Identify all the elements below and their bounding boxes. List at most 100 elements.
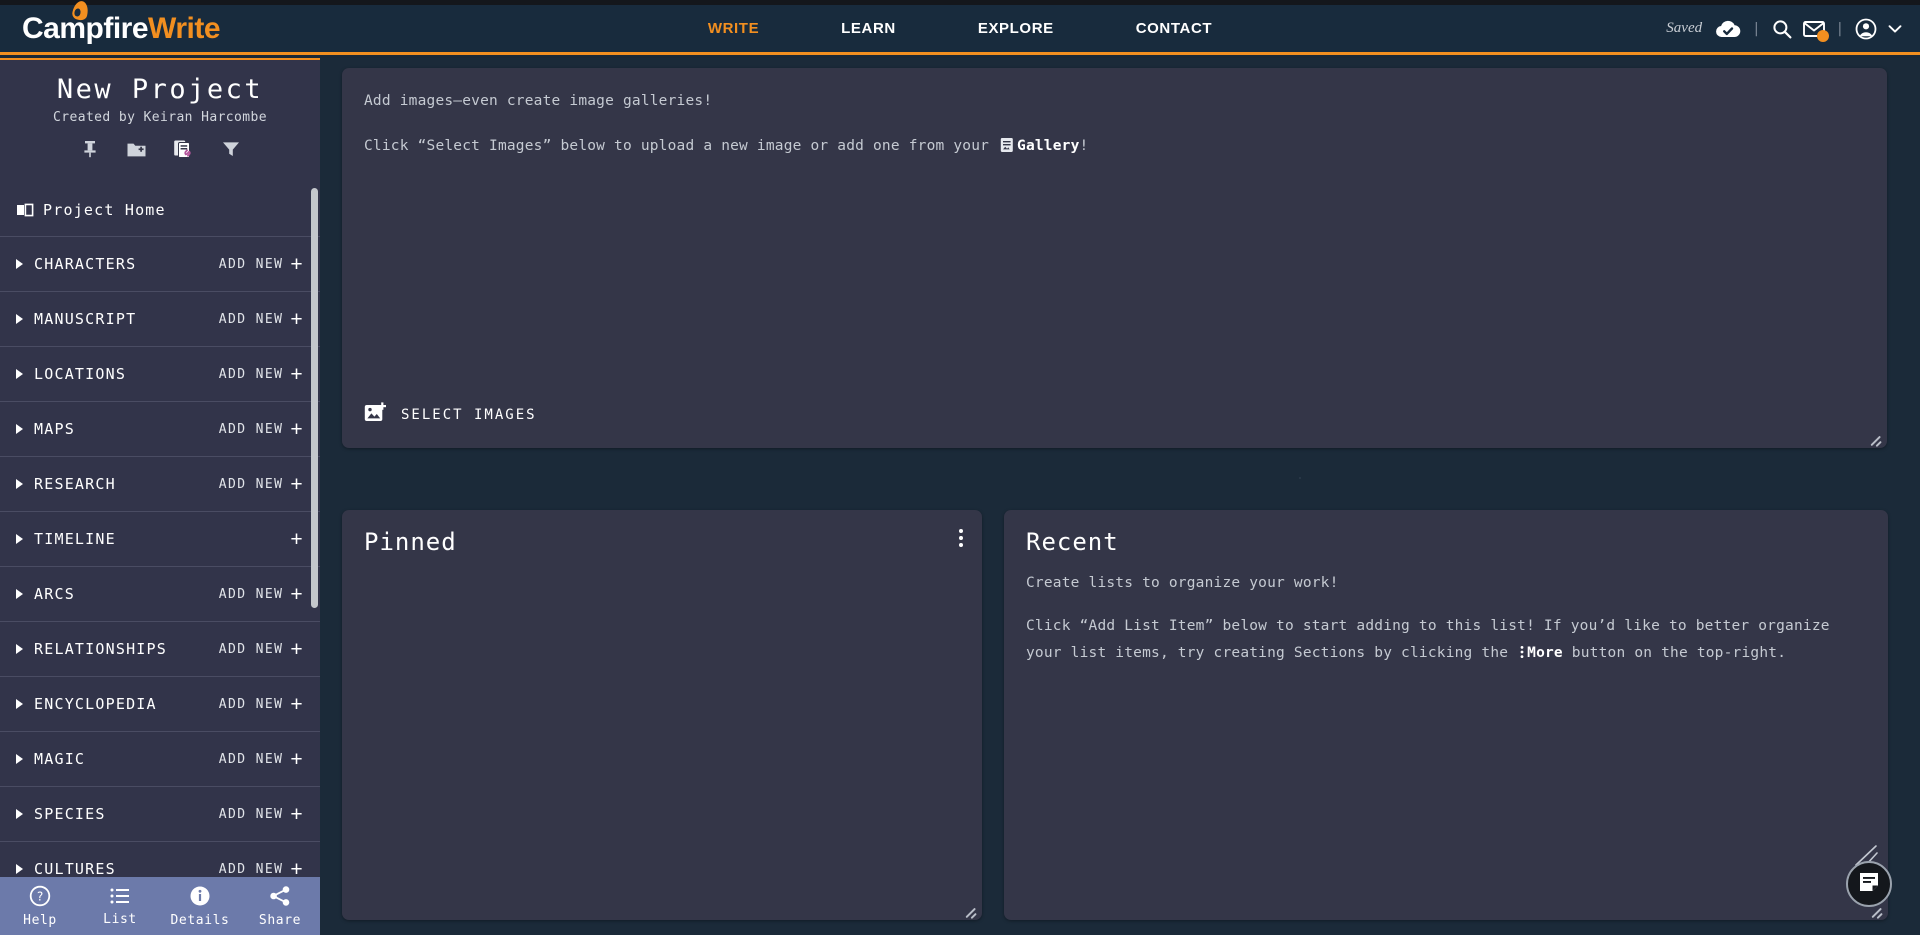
add-new-label: ADD NEW <box>219 642 284 657</box>
caret-right-icon <box>16 754 23 764</box>
pinned-card-title: Pinned <box>342 510 982 556</box>
sidebar-scroll-region[interactable]: Project Home CHARACTERS ADD NEW + MANUSC… <box>0 184 320 874</box>
gallery-icon <box>1000 137 1015 153</box>
feedback-note-icon <box>1857 870 1881 898</box>
nav-link-contact[interactable]: CONTACT <box>1134 16 1214 41</box>
list-icon <box>109 886 131 910</box>
add-new-manuscript-button[interactable]: ADD NEW + <box>219 309 304 330</box>
add-new-cultures-button[interactable]: ADD NEW + <box>219 859 304 875</box>
select-images-label: SELECT IMAGES <box>401 407 537 423</box>
sidebar-item-arcs[interactable]: ARCS ADD NEW + <box>0 566 320 621</box>
caret-right-icon <box>16 534 23 544</box>
list-button[interactable]: List <box>80 886 160 927</box>
add-new-relationships-button[interactable]: ADD NEW + <box>219 639 304 660</box>
images-card: Add images—even create image galleries! … <box>342 68 1887 448</box>
sidebar-item-label: CULTURES <box>34 860 116 874</box>
sidebar-item-manuscript[interactable]: MANUSCRIPT ADD NEW + <box>0 291 320 346</box>
sidebar-label-group: MANUSCRIPT <box>16 310 136 328</box>
sidebar-item-locations[interactable]: LOCATIONS ADD NEW + <box>0 346 320 401</box>
sidebar-item-species[interactable]: SPECIES ADD NEW + <box>0 786 320 841</box>
sidebar-item-project-home[interactable]: Project Home <box>0 184 320 236</box>
main-content-area: Add images—even create image galleries! … <box>320 58 1920 935</box>
add-new-label: ADD NEW <box>219 807 284 822</box>
caret-right-icon <box>16 314 23 324</box>
add-new-maps-button[interactable]: ADD NEW + <box>219 419 304 440</box>
recent-card-title: Recent <box>1004 510 1888 556</box>
select-images-button[interactable]: SELECT IMAGES <box>364 402 537 428</box>
plus-icon: + <box>290 859 304 875</box>
project-header: New Project Created by Keiran Harcombe <box>0 60 320 171</box>
sidebar-footer-toolbar: ? Help List <box>0 877 320 935</box>
plus-icon: + <box>290 749 304 770</box>
sidebar-label-group: MAPS <box>16 420 75 438</box>
plus-icon: + <box>290 254 304 275</box>
sidebar-item-relationships[interactable]: RELATIONSHIPS ADD NEW + <box>0 621 320 676</box>
sidebar-label-group: CULTURES <box>16 860 116 874</box>
filter-icon[interactable] <box>221 139 241 159</box>
add-new-label: ADD NEW <box>219 752 284 767</box>
details-label: Details <box>171 913 230 928</box>
sidebar-item-encyclopedia[interactable]: ENCYCLOPEDIA ADD NEW + <box>0 676 320 731</box>
pinned-card: Pinned <box>342 510 982 920</box>
caret-right-icon <box>16 699 23 709</box>
help-button[interactable]: ? Help <box>0 885 80 928</box>
pinned-card-resize-handle[interactable] <box>963 902 977 916</box>
feedback-button[interactable] <box>1846 861 1892 907</box>
recent-card-body: Create lists to organize your work! Clic… <box>1004 556 1888 666</box>
mail-icon[interactable] <box>1803 20 1825 38</box>
add-new-encyclopedia-button[interactable]: ADD NEW + <box>219 694 304 715</box>
add-new-label: ADD NEW <box>219 312 284 327</box>
pinned-card-more-button[interactable] <box>956 526 966 550</box>
nav-link-write[interactable]: WRITE <box>706 16 761 41</box>
list-label: List <box>103 912 137 927</box>
add-new-research-button[interactable]: ADD NEW + <box>219 474 304 495</box>
sidebar-label-group: ARCS <box>16 585 75 603</box>
add-new-timeline-button[interactable]: + <box>290 529 304 550</box>
project-sidebar: New Project Created by Keiran Harcombe <box>0 58 320 935</box>
plus-icon: + <box>290 529 304 550</box>
plus-icon: + <box>290 419 304 440</box>
images-card-resize-handle[interactable] <box>1868 430 1882 444</box>
add-new-label: ADD NEW <box>219 697 284 712</box>
folder-plus-icon[interactable] <box>126 139 147 159</box>
sidebar-item-magic[interactable]: MAGIC ADD NEW + <box>0 731 320 786</box>
nav-link-explore[interactable]: EXPLORE <box>976 16 1056 41</box>
add-new-label: ADD NEW <box>219 367 284 382</box>
add-new-species-button[interactable]: ADD NEW + <box>219 804 304 825</box>
add-new-label: ADD NEW <box>219 422 284 437</box>
pin-icon[interactable] <box>80 139 100 159</box>
add-new-characters-button[interactable]: ADD NEW + <box>219 254 304 275</box>
plus-icon: + <box>290 584 304 605</box>
nav-links: WRITE LEARN EXPLORE CONTACT <box>0 5 1920 52</box>
sidebar-item-label: RESEARCH <box>34 475 116 493</box>
sidebar-item-timeline[interactable]: TIMELINE + <box>0 511 320 566</box>
plus-icon: + <box>290 804 304 825</box>
nav-right-group: Saved | | <box>1666 18 1902 40</box>
nav-link-learn[interactable]: LEARN <box>839 16 898 41</box>
sidebar-item-label: ARCS <box>34 585 75 603</box>
account-icon[interactable] <box>1855 18 1877 40</box>
details-button[interactable]: Details <box>160 885 240 928</box>
sidebar-item-research[interactable]: RESEARCH ADD NEW + <box>0 456 320 511</box>
plus-icon: + <box>290 364 304 385</box>
caret-right-icon <box>16 479 23 489</box>
sidebar-item-label: RELATIONSHIPS <box>34 640 167 658</box>
add-new-arcs-button[interactable]: ADD NEW + <box>219 584 304 605</box>
sidebar-item-label: TIMELINE <box>34 530 116 548</box>
sidebar-item-characters[interactable]: CHARACTERS ADD NEW + <box>0 236 320 291</box>
add-new-magic-button[interactable]: ADD NEW + <box>219 749 304 770</box>
chevron-down-icon[interactable] <box>1888 24 1902 34</box>
share-button[interactable]: Share <box>240 885 320 928</box>
sidebar-item-maps[interactable]: MAPS ADD NEW + <box>0 401 320 456</box>
recent-hint-line-2: Click “Add List Item” below to start add… <box>1026 613 1866 667</box>
cloud-check-icon[interactable] <box>1715 19 1741 39</box>
sidebar-scrollbar[interactable] <box>311 188 318 608</box>
add-new-locations-button[interactable]: ADD NEW + <box>219 364 304 385</box>
document-link-icon[interactable] <box>173 139 195 159</box>
plus-icon: + <box>290 309 304 330</box>
sidebar-label-group: TIMELINE <box>16 530 116 548</box>
search-icon[interactable] <box>1772 19 1792 39</box>
nav-divider-1: | <box>1752 21 1760 37</box>
gallery-link[interactable]: Gallery <box>1017 138 1080 154</box>
sidebar-item-cultures[interactable]: CULTURES ADD NEW + <box>0 841 320 874</box>
